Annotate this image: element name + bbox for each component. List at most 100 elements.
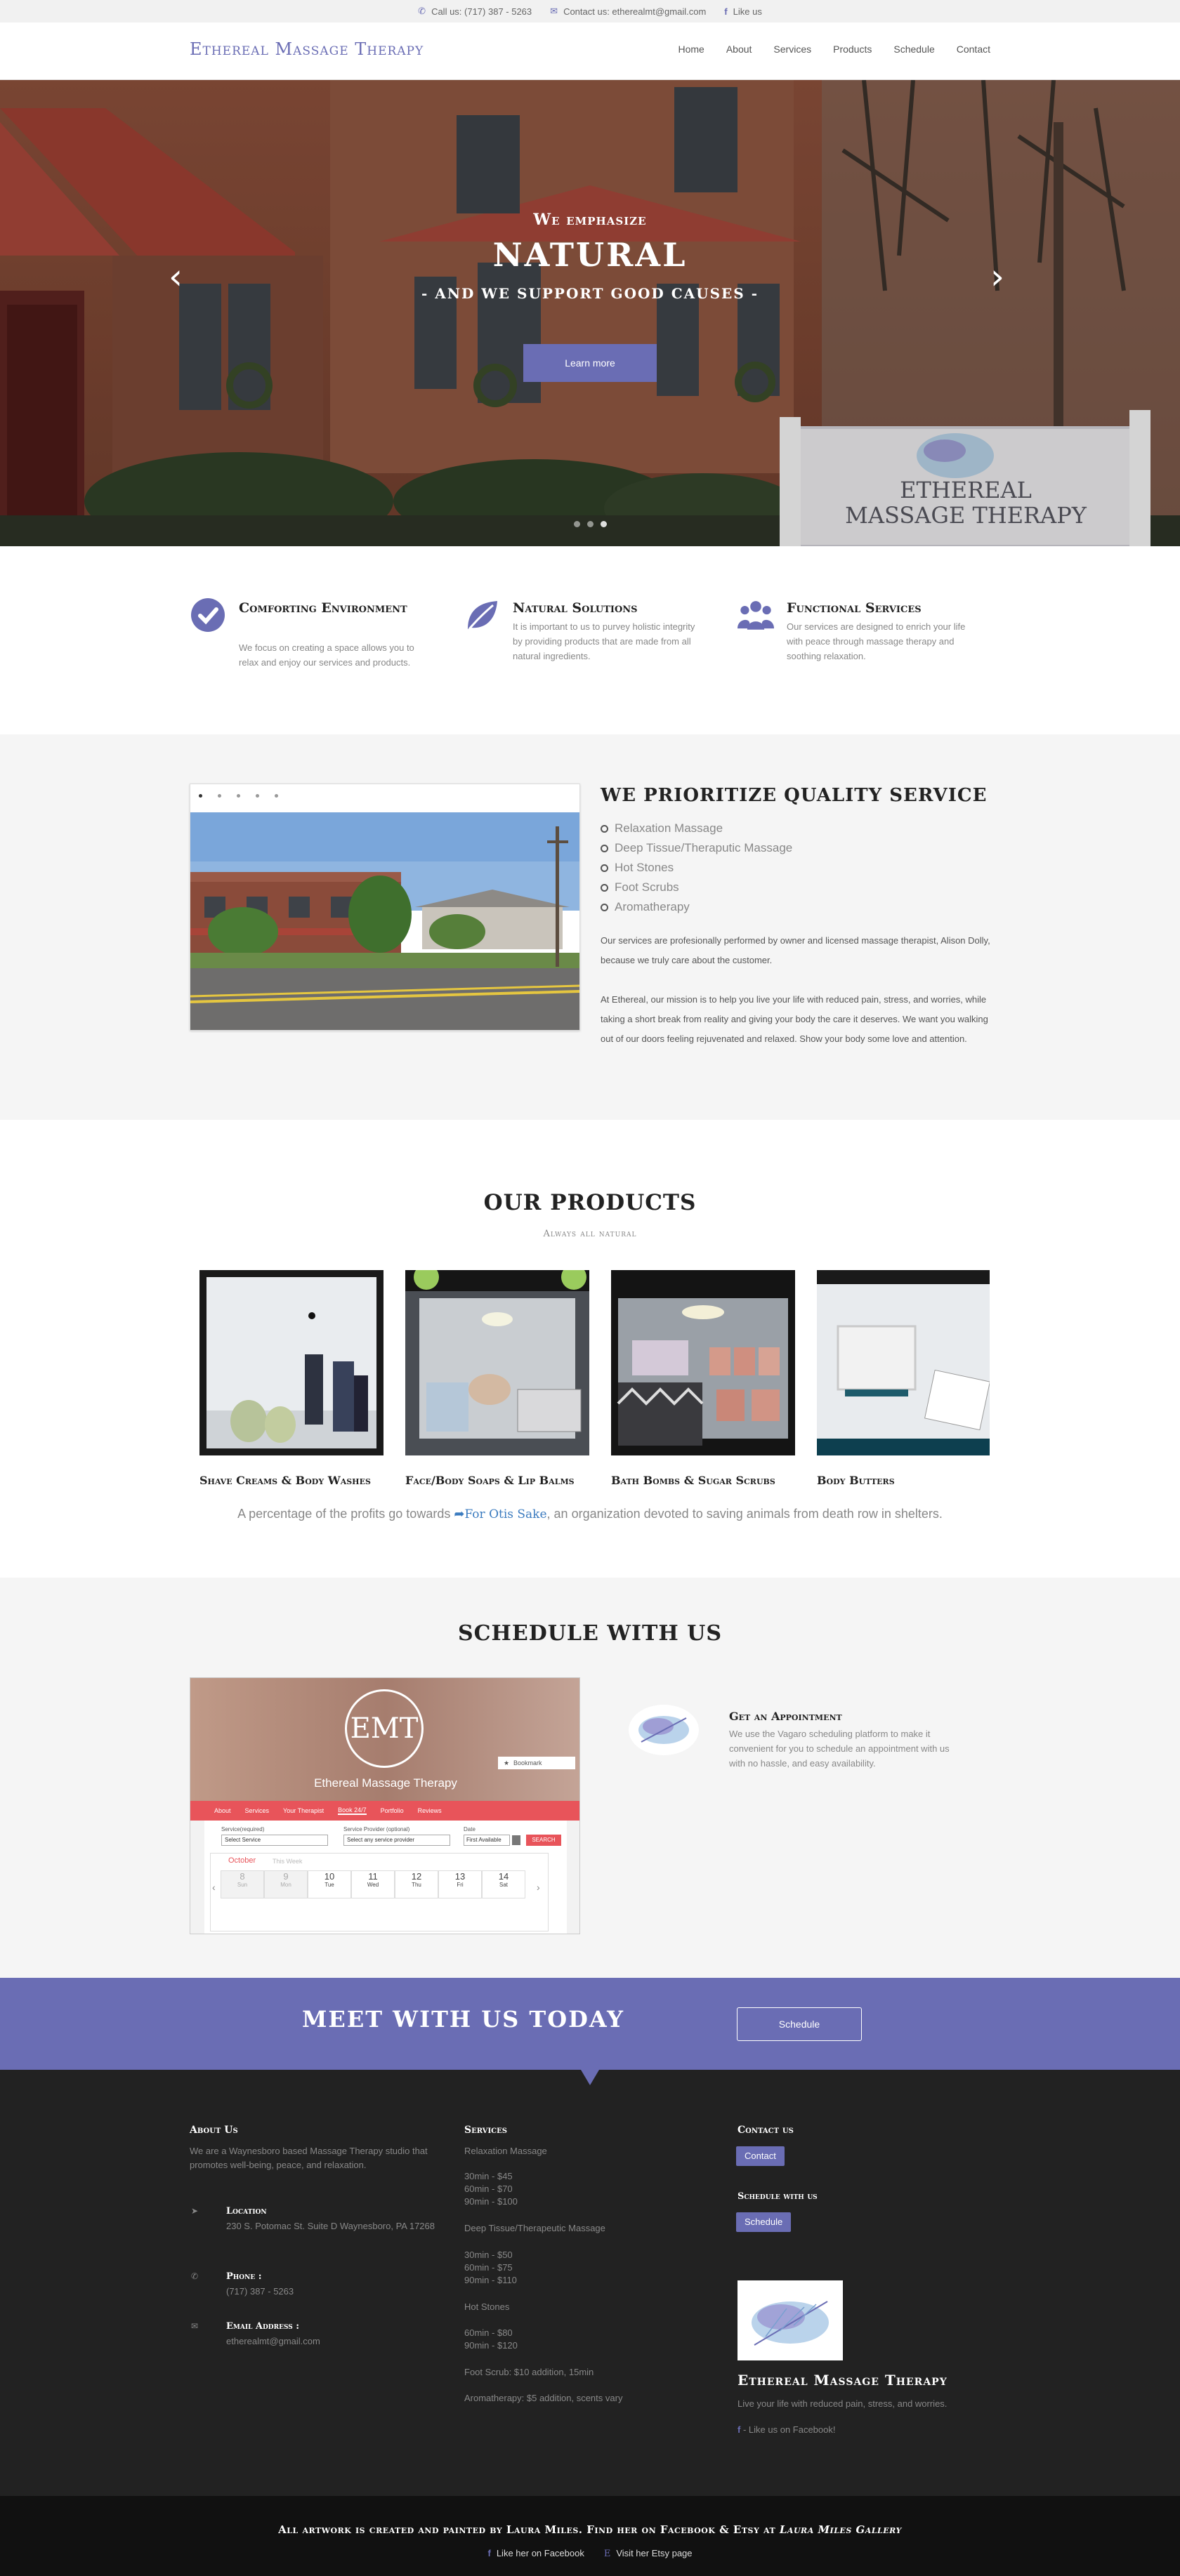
services-list-item: Relaxation Massage [601, 819, 792, 838]
quality-dot-5[interactable] [275, 794, 278, 798]
footer-contact-button[interactable]: Contact [736, 2146, 785, 2166]
booking-tab[interactable]: Your Therapist [283, 1807, 324, 1814]
hero-learn-more-button[interactable]: Learn more [523, 344, 657, 382]
booking-form: Service(required) Select Service Service… [204, 1821, 567, 1934]
nav-about[interactable]: About [726, 44, 752, 55]
quality-image-slider[interactable] [190, 784, 580, 1031]
nav-contact[interactable]: Contact [957, 44, 990, 55]
facebook-icon: f [724, 6, 728, 17]
day-name: Tue [324, 1882, 334, 1888]
for-otis-sake-link[interactable]: For Otis Sake [464, 1507, 546, 1521]
hero-dot-3[interactable] [600, 521, 607, 527]
product-card[interactable]: Body Butters [817, 1270, 990, 1488]
calendar-day: 9 Mon [264, 1870, 308, 1898]
topbar-phone[interactable]: ✆ Call us: (717) 387 - 5263 [418, 6, 532, 17]
vagaro-booking-screenshot[interactable]: EMT Ethereal Massage Therapy ★ Bookmark A… [190, 1677, 580, 1934]
facebook-icon: f [738, 2424, 741, 2435]
feature-text: It is important to us to purvey holistic… [513, 621, 695, 661]
feature-text: Our services are designed to enrich your… [787, 621, 966, 661]
topbar-email[interactable]: ✉ Contact us: etherealmt@gmail.com [550, 6, 706, 17]
share-arrow-icon: ➦ [454, 1507, 465, 1521]
calendar-icon[interactable] [512, 1835, 520, 1845]
booking-bookmark-button[interactable]: ★ Bookmark [498, 1757, 575, 1769]
booking-logo: EMT [345, 1689, 424, 1768]
calendar-day[interactable]: 14 Sat [482, 1870, 525, 1898]
phone-icon: ✆ [191, 2271, 199, 2281]
credit-bar: All artwork is created and painted by La… [0, 2496, 1180, 2576]
hero-prev-arrow-icon[interactable]: ‹ [169, 259, 183, 294]
calendar-day[interactable]: 12 Thu [395, 1870, 438, 1898]
day-number: 9 [283, 1871, 289, 1882]
appointment-title: Get an Appointment [729, 1710, 842, 1723]
meet-schedule-button[interactable]: Schedule [737, 2007, 862, 2041]
footer-email-value[interactable]: etherealmt@gmail.com [226, 2334, 320, 2349]
artist-facebook-text: Like her on Facebook [496, 2548, 584, 2558]
site-footer: About Us We are a Waynesboro based Massa… [0, 2070, 1180, 2496]
quality-paragraph-2: At Ethereal, our mission is to help you … [601, 994, 988, 1044]
search-button[interactable]: SEARCH [526, 1835, 561, 1846]
gallery-name: Laura Miles Gallery [779, 2523, 902, 2536]
leaf-icon [468, 601, 497, 630]
calendar-day[interactable]: 13 Fri [438, 1870, 482, 1898]
booking-tab-active[interactable]: Book 24/7 [338, 1806, 367, 1815]
booking-tab[interactable]: Portfolio [381, 1807, 404, 1814]
date-input[interactable]: First Available [464, 1835, 510, 1846]
schedule-title: SCHEDULE WITH US [458, 1621, 722, 1646]
topbar-like[interactable]: f Like us [724, 6, 762, 17]
booking-tabs: About Services Your Therapist Book 24/7 … [190, 1801, 579, 1821]
footer-location-value: 230 S. Potomac St. Suite D Waynesboro, P… [226, 2221, 435, 2231]
booking-tab[interactable]: Services [245, 1807, 270, 1814]
calendar-day: 8 Sun [221, 1870, 264, 1898]
footer-schedule-button[interactable]: Schedule [736, 2212, 792, 2232]
quality-dot-1[interactable] [199, 794, 202, 798]
footer-facebook-link[interactable]: f - Like us on Facebook! [738, 2423, 836, 2437]
service-select[interactable]: Select Service [221, 1835, 328, 1846]
booking-tab[interactable]: About [214, 1807, 231, 1814]
banner-notch [581, 2070, 599, 2085]
features-section: Comforting Environment We focus on creat… [0, 546, 1180, 734]
booking-tab[interactable]: Reviews [418, 1807, 442, 1814]
nav-home[interactable]: Home [678, 44, 704, 55]
hero-next-arrow-icon[interactable]: › [990, 259, 1004, 294]
products-title: OUR PRODUCTS [483, 1190, 697, 1215]
etsy-icon: E [603, 2549, 611, 2559]
nav-services[interactable]: Services [773, 44, 811, 55]
quality-dot-3[interactable] [237, 794, 240, 798]
provider-select[interactable]: Select any service provider [343, 1835, 450, 1846]
day-number: 11 [368, 1871, 378, 1882]
day-name: Sat [499, 1882, 508, 1888]
calendar-next-icon[interactable]: › [537, 1882, 540, 1893]
site-logo[interactable]: Ethereal Massage Therapy [190, 39, 424, 59]
artist-facebook-link[interactable]: f Like her on Facebook [487, 2548, 584, 2559]
quality-building-photo [190, 812, 579, 1030]
artwork-credit: All artwork is created and painted by La… [0, 2523, 1180, 2536]
footer-brand-text: Live your life with reduced pain, stress… [738, 2398, 948, 2409]
day-name: Fri [457, 1882, 464, 1888]
check-circle-icon [191, 598, 225, 632]
feature-text: We focus on creating a space allows you … [239, 642, 414, 668]
calendar-day[interactable]: 10 Tue [308, 1870, 351, 1898]
quality-paragraph-1: Our services are profesionally performed… [601, 935, 990, 965]
footer-schedule-title: Schedule with us [738, 2191, 818, 2202]
nav-schedule[interactable]: Schedule [893, 44, 934, 55]
footer-service-line: Hot Stones [464, 2301, 510, 2312]
envelope-icon: ✉ [550, 6, 558, 16]
footer-brand-name: Ethereal Massage Therapy [738, 2372, 948, 2389]
quality-dot-2[interactable] [218, 794, 221, 798]
artist-etsy-link[interactable]: E Visit her Etsy page [604, 2548, 693, 2559]
hero-dot-1[interactable] [573, 521, 580, 527]
footer-service-line: 60min - $75 [464, 2262, 513, 2273]
product-card[interactable]: Bath Bombs & Sugar Scrubs [611, 1270, 795, 1488]
feature-title: Comforting Environment [239, 600, 407, 616]
hero-dot-2[interactable] [586, 521, 594, 527]
product-card[interactable]: Shave Creams & Body Washes [199, 1270, 383, 1488]
hero-sign-line1: ETHEREAL [900, 477, 1032, 503]
hero-slider: ETHEREAL MASSAGE THERAPY We emphasize NA… [0, 80, 1180, 546]
nav-products[interactable]: Products [833, 44, 872, 55]
calendar-day[interactable]: 11 Wed [351, 1870, 395, 1898]
quality-dot-4[interactable] [256, 794, 259, 798]
footer-service-line: Foot Scrub: $10 addition, 15min [464, 2367, 594, 2377]
product-card[interactable]: Face/Body Soaps & Lip Balms [405, 1264, 589, 1488]
day-name: Sun [237, 1882, 248, 1888]
calendar-prev-icon[interactable]: ‹ [212, 1882, 216, 1893]
